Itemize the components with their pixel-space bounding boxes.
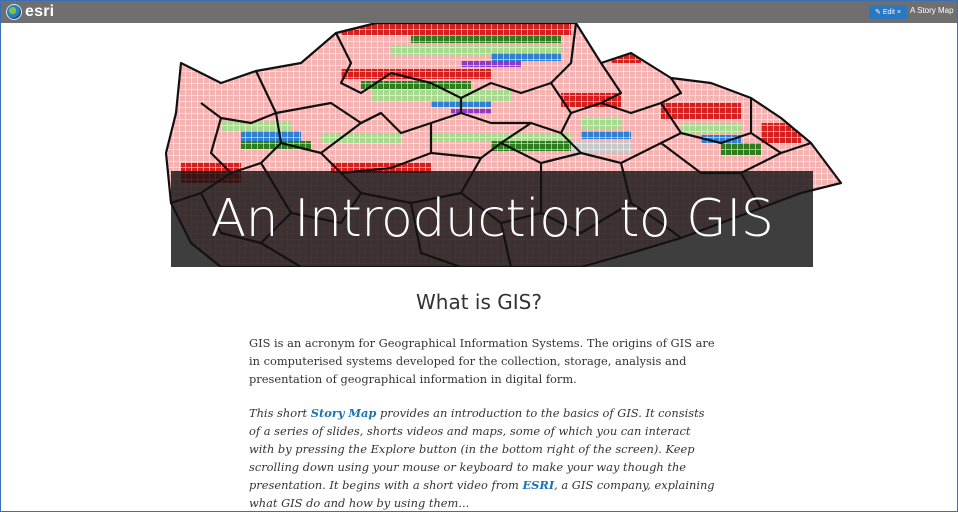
story-map-link[interactable]: Story Map	[311, 406, 377, 420]
section-heading: What is GIS?	[416, 290, 542, 314]
app-frame: esri ✎ Edit × A Story Map An Introductio…	[0, 0, 958, 512]
edit-button[interactable]: ✎ Edit ×	[869, 5, 907, 19]
paragraph-story-text-a: This short	[249, 406, 311, 420]
esri-logo[interactable]: esri	[6, 3, 54, 21]
story-map-title: A Story Map	[910, 6, 954, 15]
content-body: GIS is an acronym for Geographical Infor…	[249, 334, 717, 511]
paragraph-story: This short Story Map provides an introdu…	[249, 404, 717, 511]
hero-title: An Introduction to GIS	[210, 189, 774, 249]
close-icon[interactable]: ×	[897, 9, 901, 16]
top-bar: esri ✎ Edit × A Story Map	[1, 1, 957, 23]
hero-banner: An Introduction to GIS	[1, 23, 957, 267]
esri-link[interactable]: ESRI	[522, 478, 554, 492]
pencil-icon: ✎	[874, 9, 881, 16]
edit-label: Edit	[882, 8, 895, 16]
logo-text: esri	[25, 3, 55, 20]
paragraph-intro: GIS is an acronym for Geographical Infor…	[249, 336, 715, 386]
globe-icon	[6, 4, 22, 20]
hero-title-band: An Introduction to GIS	[171, 171, 813, 267]
